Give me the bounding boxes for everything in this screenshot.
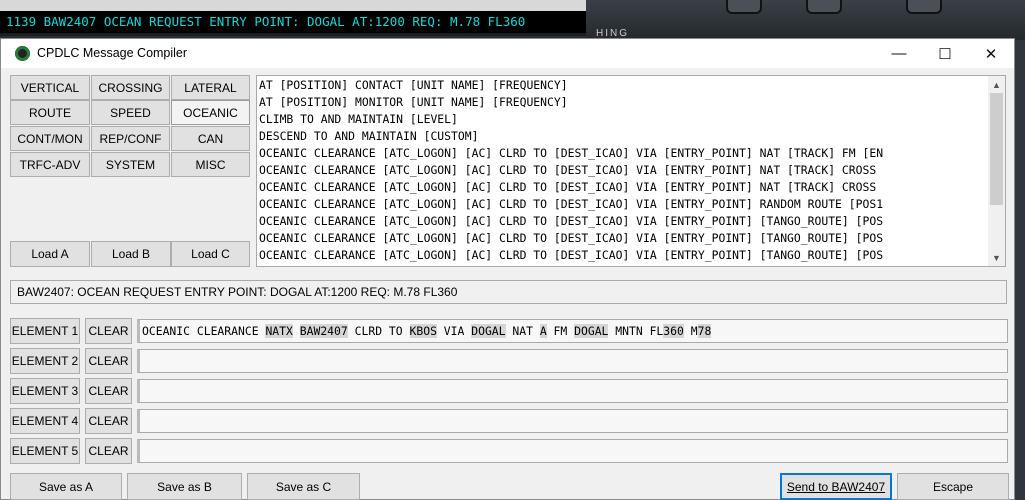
load-c-button[interactable]: Load C (171, 241, 250, 267)
element-4-button[interactable]: ELEMENT 4 (10, 408, 80, 434)
window-title: CPDLC Message Compiler (37, 46, 188, 60)
element-text-token: NAT (505, 324, 540, 338)
element-text-token: CLRD TO (347, 324, 410, 338)
cockpit-knob-icon (806, 0, 842, 14)
element-3-field[interactable] (137, 379, 1008, 403)
save-as-b-button[interactable]: Save as B (127, 473, 242, 500)
element-2-button[interactable]: ELEMENT 2 (10, 348, 80, 374)
element-1-clear-button[interactable]: CLEAR (85, 318, 132, 344)
cockpit-knob-icon (906, 0, 942, 14)
template-item[interactable]: OCEANIC CLEARANCE [ATC_LOGON] [AC] CLRD … (259, 145, 987, 162)
scrollbar-thumb[interactable] (990, 93, 1003, 205)
template-list-scrollbar[interactable]: ▲ ▼ (988, 76, 1005, 266)
app-icon (15, 46, 30, 61)
background-window-titlebar (0, 0, 586, 11)
minimize-button[interactable]: — (876, 39, 922, 68)
element-variable-token: NATX (265, 324, 293, 338)
element-text-token: VIA (436, 324, 472, 338)
save-as-a-button[interactable]: Save as A (10, 473, 122, 500)
template-item[interactable]: OCEANIC CLEARANCE [ATC_LOGON] [AC] CLRD … (259, 179, 987, 196)
element-1-button[interactable]: ELEMENT 1 (10, 318, 80, 344)
element-3-button[interactable]: ELEMENT 3 (10, 378, 80, 404)
window-titlebar[interactable]: CPDLC Message Compiler — ☐ ✕ (1, 39, 1014, 68)
template-item[interactable]: CLIMB TO AND MAINTAIN [LEVEL] (259, 111, 987, 128)
element-2-clear-button[interactable]: CLEAR (85, 348, 132, 374)
element-text-token: MNTN FL (608, 324, 664, 338)
element-4-clear-button[interactable]: CLEAR (85, 408, 132, 434)
maximize-button[interactable]: ☐ (922, 39, 968, 68)
background-cockpit-panel (586, 0, 1025, 40)
category-button-trfc-adv[interactable]: TRFC-ADV (10, 152, 90, 177)
category-button-vertical[interactable]: VERTICAL (10, 75, 90, 100)
template-item[interactable]: DESCEND TO AND MAINTAIN [CUSTOM] (259, 128, 987, 145)
element-text-token: FM (546, 324, 575, 338)
element-text-token: OCEANIC CLEARANCE (142, 324, 266, 338)
cockpit-knob-icon (726, 0, 762, 14)
scroll-up-icon[interactable]: ▲ (988, 76, 1005, 93)
category-button-route[interactable]: ROUTE (10, 100, 90, 125)
background-message-line: 1139 BAW2407 OCEAN REQUEST ENTRY POINT: … (0, 11, 586, 33)
category-button-can[interactable]: CAN (171, 126, 250, 151)
element-variable-token: KBOS (409, 324, 437, 338)
element-text-token (293, 324, 300, 338)
element-variable-token: BAW2407 (299, 324, 348, 338)
element-5-button[interactable]: ELEMENT 5 (10, 438, 80, 464)
category-button-cont-mon[interactable]: CONT/MON (10, 126, 90, 151)
send-button-label: Send to BAW2407 (786, 479, 886, 494)
template-item[interactable]: AT [POSITION] CONTACT [UNIT NAME] [FREQU… (259, 77, 987, 94)
element-4-field[interactable] (137, 409, 1008, 433)
send-button[interactable]: Send to BAW2407 (780, 473, 892, 500)
load-a-button[interactable]: Load A (10, 241, 90, 267)
template-item[interactable]: OCEANIC CLEARANCE [ATC_LOGON] [AC] CLRD … (259, 162, 987, 179)
element-1-field[interactable]: OCEANIC CLEARANCE NATX BAW2407 CLRD TO K… (137, 319, 1008, 343)
background-side-panel (1015, 40, 1025, 500)
element-5-field[interactable] (137, 439, 1008, 463)
category-button-rep-conf[interactable]: REP/CONF (91, 126, 170, 151)
category-button-oceanic[interactable]: OCEANIC (171, 100, 250, 125)
element-variable-token: A (539, 324, 547, 338)
category-button-crossing[interactable]: CROSSING (91, 75, 170, 100)
element-variable-token: 360 (663, 324, 684, 338)
element-text-token: M (683, 324, 698, 338)
scroll-down-icon[interactable]: ▼ (988, 249, 1005, 266)
category-button-speed[interactable]: SPEED (91, 100, 170, 125)
request-text-field: BAW2407: OCEAN REQUEST ENTRY POINT: DOGA… (10, 280, 1007, 304)
element-variable-token: DOGAL (574, 324, 609, 338)
category-button-misc[interactable]: MISC (171, 152, 250, 177)
category-button-system[interactable]: SYSTEM (91, 152, 170, 177)
element-variable-token: DOGAL (471, 324, 506, 338)
template-item[interactable]: OCEANIC CLEARANCE [ATC_LOGON] [AC] CLRD … (259, 213, 987, 230)
load-b-button[interactable]: Load B (91, 241, 171, 267)
category-button-lateral[interactable]: LATERAL (171, 75, 250, 100)
template-item[interactable]: AT [POSITION] MONITOR [UNIT NAME] [FREQU… (259, 94, 987, 111)
close-button[interactable]: ✕ (968, 39, 1014, 68)
cpdlc-window: CPDLC Message Compiler — ☐ ✕ VERTICAL CRO… (0, 38, 1015, 500)
element-5-clear-button[interactable]: CLEAR (85, 438, 132, 464)
template-list[interactable]: AT [POSITION] CONTACT [UNIT NAME] [FREQU… (256, 75, 1006, 267)
template-item[interactable]: OCEANIC CLEARANCE [ATC_LOGON] [AC] CLRD … (259, 230, 987, 247)
template-item[interactable]: OCEANIC CLEARANCE [ATC_LOGON] [AC] CLRD … (259, 196, 987, 213)
element-2-field[interactable] (137, 349, 1008, 373)
template-list-rows: AT [POSITION] CONTACT [UNIT NAME] [FREQU… (259, 77, 987, 264)
escape-button[interactable]: Escape (897, 473, 1009, 500)
element-variable-token: 78 (697, 324, 712, 338)
template-item[interactable]: OCEANIC CLEARANCE [ATC_LOGON] [AC] CLRD … (259, 247, 987, 264)
save-as-c-button[interactable]: Save as C (247, 473, 360, 500)
element-3-clear-button[interactable]: CLEAR (85, 378, 132, 404)
